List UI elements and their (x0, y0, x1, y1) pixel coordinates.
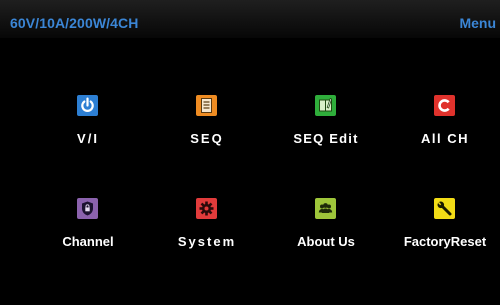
tile-label: System (177, 234, 237, 249)
tile-channel[interactable]: Channel (33, 198, 143, 268)
menu-button[interactable]: Menu (459, 15, 496, 31)
tile-seq[interactable]: SEQ (152, 95, 262, 165)
tile-factory-reset[interactable]: FactoryReset (390, 198, 500, 268)
tile-all-ch[interactable]: All CH (390, 95, 500, 165)
channel-lock-icon (77, 198, 98, 219)
tile-label: All CH (421, 131, 469, 146)
tile-vi[interactable]: V/I (33, 95, 143, 165)
tile-label: SEQ (190, 131, 224, 146)
tile-label: FactoryReset (403, 234, 487, 249)
edit-document-icon (315, 95, 336, 116)
document-icon (196, 95, 217, 116)
tile-label: About Us (297, 234, 355, 249)
wrench-icon (434, 198, 455, 219)
tile-about-us[interactable]: About Us (271, 198, 381, 268)
tile-label: V/I (77, 131, 99, 146)
tile-label: Channel (62, 234, 114, 249)
tile-label: SEQ Edit (293, 131, 359, 146)
gear-icon (196, 198, 217, 219)
main-menu-screen: 60V/10A/200W/4CH Menu V/I SEQ SEQ Edit A… (0, 0, 500, 305)
people-icon (315, 198, 336, 219)
channel-c-icon (434, 95, 455, 116)
tile-seq-edit[interactable]: SEQ Edit (271, 95, 381, 165)
device-spec-title: 60V/10A/200W/4CH (10, 15, 139, 31)
header-bar: 60V/10A/200W/4CH Menu (0, 0, 500, 38)
tile-system[interactable]: System (152, 198, 262, 268)
power-icon (77, 95, 98, 116)
